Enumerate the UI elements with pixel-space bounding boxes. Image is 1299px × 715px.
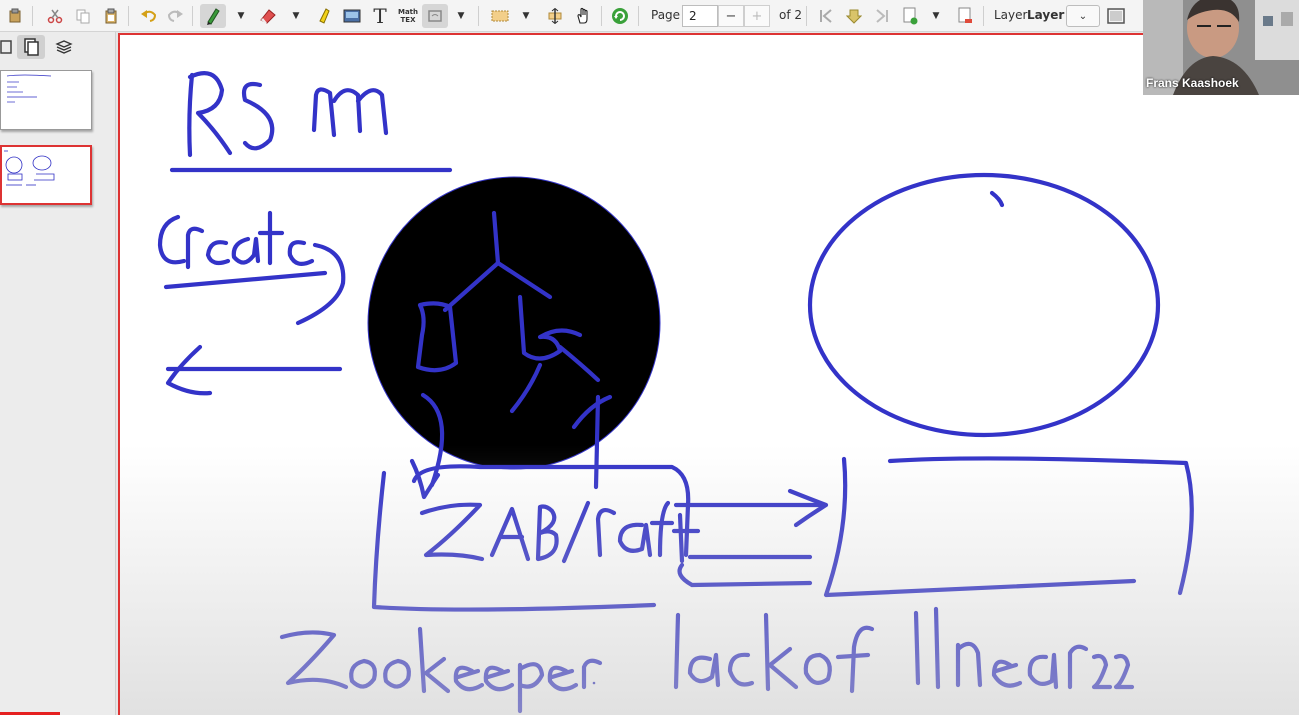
toolbar-separator (806, 6, 807, 26)
refresh-icon[interactable] (608, 4, 632, 28)
page-increment-button[interactable]: + (744, 5, 770, 27)
chevron-down-icon[interactable]: ▼ (520, 4, 532, 28)
chevron-down-icon[interactable]: ▼ (235, 4, 247, 28)
text-icon[interactable]: T (368, 4, 392, 28)
layers-view-icon[interactable] (50, 35, 78, 59)
delete-page-icon[interactable] (953, 4, 977, 28)
ink-title-rsm (169, 71, 453, 173)
page-sidebar (0, 32, 116, 715)
ink-left-arrow (165, 344, 343, 396)
hand-icon[interactable] (571, 4, 595, 28)
eraser-icon[interactable] (256, 4, 280, 28)
chevron-down-icon[interactable]: ▼ (930, 4, 942, 28)
tex-label: TEX (400, 16, 416, 24)
toolbar-separator (32, 6, 33, 26)
goto-page-icon[interactable] (842, 4, 866, 28)
redo-icon[interactable] (164, 4, 186, 28)
undo-icon[interactable] (138, 4, 160, 28)
page-count-label: of 2 (779, 8, 803, 22)
main-toolbar: ▼ ▼ T Math TEX ▼ ▼ Page 2 − + of 2 ▼ Lay… (0, 0, 1299, 32)
layer-dropdown-button[interactable]: ⌄ (1066, 5, 1100, 27)
last-page-icon[interactable] (870, 4, 894, 28)
page-label: Page (651, 8, 681, 22)
ink-create (157, 210, 346, 326)
ink-zookeeper (279, 626, 603, 714)
handwritten-ink-layer (157, 71, 1194, 714)
first-page-icon[interactable] (814, 4, 838, 28)
ink-right-box (823, 456, 1194, 598)
sidebar-tabs (0, 32, 116, 62)
math-tex-icon[interactable]: Math TEX (396, 4, 420, 28)
select-rect-icon[interactable] (488, 4, 512, 28)
page-number-input[interactable]: 2 (682, 5, 718, 27)
cut-icon[interactable] (44, 4, 66, 28)
math-label: Math (397, 8, 419, 16)
ink-zab-raft-box (371, 464, 829, 612)
chevron-down-icon[interactable]: ▼ (290, 4, 302, 28)
chevron-down-icon[interactable]: ▼ (455, 4, 467, 28)
ink-lack-of-linear (673, 606, 1135, 694)
page-thumbnail-1[interactable] (0, 70, 92, 130)
add-page-icon[interactable] (898, 4, 922, 28)
pages-view-icon[interactable] (17, 35, 45, 59)
toolbar-separator (601, 6, 602, 26)
pen-icon[interactable] (200, 4, 226, 28)
chevron-down-icon: ⌄ (1078, 10, 1088, 22)
page-thumbnail-2[interactable] (0, 145, 92, 205)
image-icon[interactable] (340, 4, 364, 28)
toolbar-separator (128, 6, 129, 26)
page-decrement-button[interactable]: − (718, 5, 744, 27)
highlighter-icon[interactable] (312, 4, 336, 28)
app-window: ▼ ▼ T Math TEX ▼ ▼ Page 2 − + of 2 ▼ Lay… (0, 0, 1299, 715)
clipboard-icon[interactable] (100, 4, 122, 28)
toolbar-separator (192, 6, 193, 26)
presenter-name: Frans Kaashoek (1146, 76, 1239, 90)
shape-recognizer-icon[interactable] (422, 4, 448, 28)
toolbar-separator (638, 6, 639, 26)
toolbar-separator (478, 6, 479, 26)
vertical-space-icon[interactable] (543, 4, 567, 28)
toolbar-separator (983, 6, 984, 26)
fullscreen-icon[interactable] (1104, 4, 1128, 28)
ink-right-oval (807, 172, 1161, 438)
paste-icon[interactable] (4, 4, 26, 28)
drawing-page[interactable] (118, 33, 1299, 715)
layer-label: Layer (994, 8, 1028, 22)
webcam-overlay: Frans Kaashoek (1143, 0, 1299, 95)
copy-icon[interactable] (72, 4, 94, 28)
ink-server-circle (367, 176, 661, 500)
